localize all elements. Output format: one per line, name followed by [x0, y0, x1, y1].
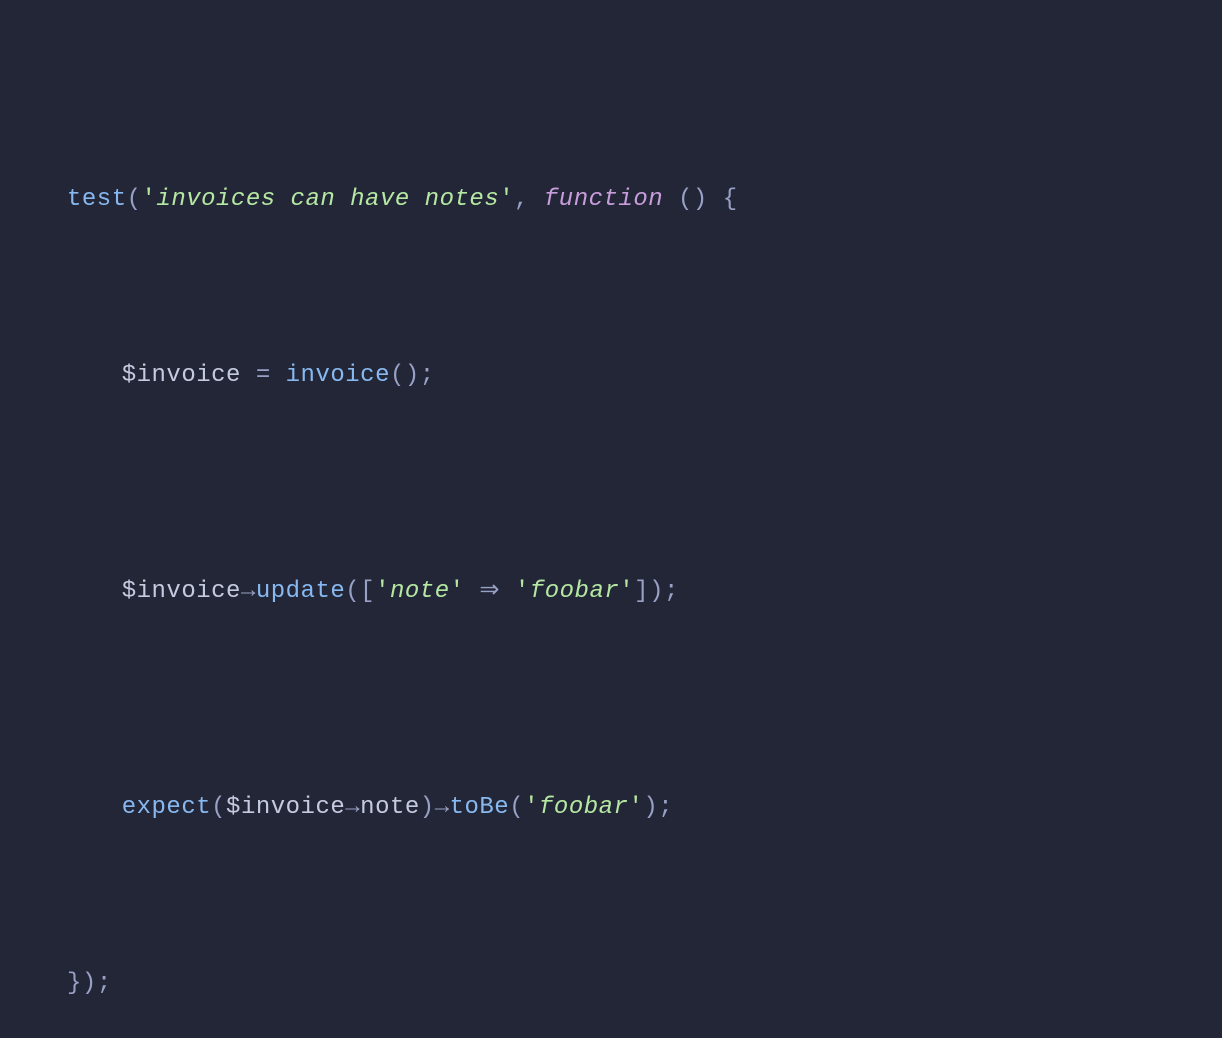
- string-key: note: [390, 578, 450, 605]
- brace-close: }: [67, 970, 82, 997]
- function-call-invoice: invoice: [286, 362, 390, 389]
- variable-invoice: $invoice: [226, 794, 345, 821]
- paren-pair: (): [390, 362, 420, 389]
- method-tobe: toBe: [450, 794, 510, 821]
- code-line-2: $invoice = invoice();: [67, 358, 1155, 394]
- space: [708, 186, 723, 213]
- quote: ': [524, 794, 539, 821]
- bracket-close: ]: [634, 578, 649, 605]
- space: [663, 186, 678, 213]
- paren-close: ): [643, 794, 658, 821]
- semicolon: ;: [664, 578, 679, 605]
- string-literal: invoices can have notes: [156, 186, 499, 213]
- quote: ': [375, 578, 390, 605]
- arrow-operator: →: [345, 794, 360, 821]
- function-call-expect: expect: [122, 794, 211, 821]
- code-line-4: expect($invoice→note)→toBe('foobar');: [67, 790, 1155, 826]
- paren-close: ): [420, 794, 435, 821]
- function-call-test: test: [67, 186, 127, 213]
- space: [271, 362, 286, 389]
- double-arrow: ⇒: [479, 578, 500, 605]
- paren-open: (: [345, 578, 360, 605]
- variable-invoice: $invoice: [122, 362, 241, 389]
- space: [465, 578, 480, 605]
- quote: ': [515, 578, 530, 605]
- space: [500, 578, 515, 605]
- string-expected: foobar: [539, 794, 628, 821]
- paren-open: (: [509, 794, 524, 821]
- method-update: update: [256, 578, 345, 605]
- arrow-operator: →: [241, 578, 256, 605]
- semicolon: ;: [658, 794, 673, 821]
- code-line-1: test('invoices can have notes', function…: [67, 182, 1155, 218]
- code-line-5: });: [67, 966, 1155, 1002]
- space: [241, 362, 256, 389]
- property-note: note: [360, 794, 420, 821]
- quote: ': [450, 578, 465, 605]
- semicolon: ;: [97, 970, 112, 997]
- paren-open: (: [127, 186, 142, 213]
- quote: ': [619, 578, 634, 605]
- arrow-operator: →: [435, 794, 450, 821]
- comma: ,: [514, 186, 544, 213]
- quote: ': [499, 186, 514, 213]
- brace-open: {: [723, 186, 738, 213]
- bracket-open: [: [360, 578, 375, 605]
- code-line-3: $invoice→update(['note' ⇒ 'foobar']);: [67, 574, 1155, 610]
- quote: ': [628, 794, 643, 821]
- code-snippet: test('invoices can have notes', function…: [67, 110, 1155, 1038]
- variable-invoice: $invoice: [122, 578, 241, 605]
- paren-close: ): [82, 970, 97, 997]
- keyword-function: function: [544, 186, 663, 213]
- paren-close: ): [649, 578, 664, 605]
- quote: ': [142, 186, 157, 213]
- string-value: foobar: [530, 578, 619, 605]
- equals: =: [256, 362, 271, 389]
- paren-open: (: [211, 794, 226, 821]
- paren-pair: (): [678, 186, 708, 213]
- semicolon: ;: [420, 362, 435, 389]
